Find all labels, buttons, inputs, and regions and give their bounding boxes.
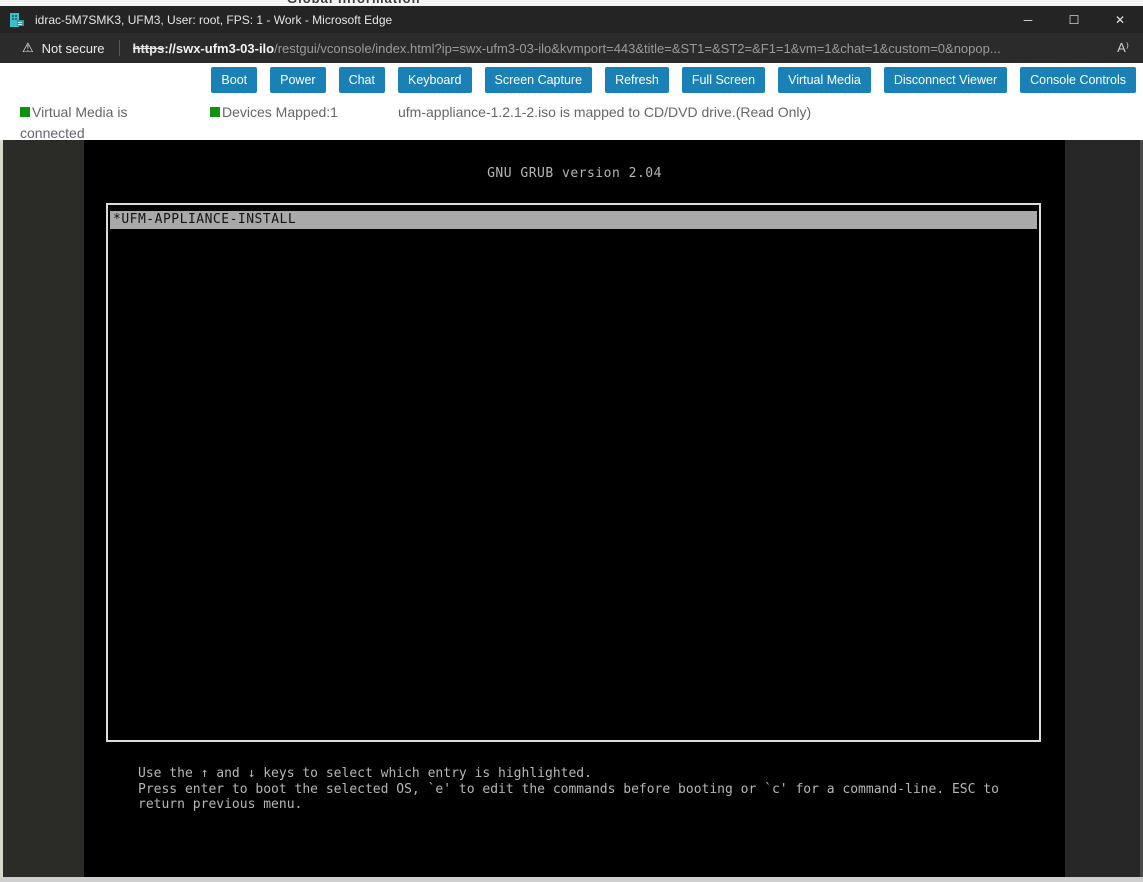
url-host: ://swx-ufm3-03-ilo — [164, 41, 274, 56]
console-right-margin — [1065, 140, 1140, 877]
keyboard-button[interactable]: Keyboard — [398, 67, 472, 93]
devices-mapped-status: Devices Mapped:1 — [210, 102, 338, 123]
devices-mapped-label: Devices Mapped:1 — [222, 104, 338, 120]
full-screen-button[interactable]: Full Screen — [682, 67, 765, 93]
viewer-toolbar: Boot Power Chat Keyboard Screen Capture … — [0, 63, 1143, 97]
screen-capture-button[interactable]: Screen Capture — [485, 67, 593, 93]
chat-button[interactable]: Chat — [339, 67, 385, 93]
close-icon[interactable]: ✕ — [1097, 6, 1143, 33]
url-text[interactable]: https://swx-ufm3-03-ilo/restgui/vconsole… — [133, 41, 1110, 56]
window-title: idrac-5M7SMK3, UFM3, User: root, FPS: 1 … — [35, 13, 392, 27]
green-square-icon — [20, 107, 30, 117]
virtual-media-status-label: Virtual Media is connected — [20, 104, 127, 141]
green-square-icon — [210, 107, 220, 117]
maximize-icon[interactable]: ☐ — [1051, 6, 1097, 33]
grub-help-text: Use the ↑ and ↓ keys to select which ent… — [138, 766, 1038, 813]
window-controls: ─ ☐ ✕ — [1005, 6, 1143, 33]
bottom-edge-strip — [0, 877, 1143, 882]
console-viewport[interactable]: GNU GRUB version 2.04 *UFM-APPLIANCE-INS… — [84, 140, 1065, 877]
address-bar[interactable]: ⚠ Not secure https://swx-ufm3-03-ilo/res… — [0, 33, 1143, 63]
grub-help-line: return previous menu. — [138, 797, 1038, 813]
console-left-margin — [3, 140, 84, 877]
console-region: GNU GRUB version 2.04 *UFM-APPLIANCE-INS… — [0, 140, 1143, 877]
grub-help-line: Use the ↑ and ↓ keys to select which ent… — [138, 766, 1038, 782]
console-controls-button[interactable]: Console Controls — [1020, 67, 1136, 93]
disconnect-viewer-button[interactable]: Disconnect Viewer — [884, 67, 1007, 93]
grub-menu-box: *UFM-APPLIANCE-INSTALL — [106, 203, 1041, 742]
status-bar: Virtual Media is connected Devices Mappe… — [0, 97, 1143, 140]
boot-button[interactable]: Boot — [211, 67, 257, 93]
power-button[interactable]: Power — [270, 67, 325, 93]
url-path: /restgui/vconsole/index.html?ip=swx-ufm3… — [274, 41, 1001, 56]
grub-help-line: Press enter to boot the selected OS, `e'… — [138, 782, 1038, 798]
url-scheme: https — [133, 41, 165, 56]
read-aloud-icon[interactable]: A⁾ — [1117, 40, 1129, 56]
security-label[interactable]: Not secure — [42, 41, 105, 56]
refresh-button[interactable]: Refresh — [605, 67, 669, 93]
virtual-media-button[interactable]: Virtual Media — [778, 67, 871, 93]
idrac-favicon — [9, 12, 25, 28]
iso-mapped-message: ufm-appliance-1.2.1-2.iso is mapped to C… — [398, 102, 811, 123]
minimize-icon[interactable]: ─ — [1005, 6, 1051, 33]
grub-menu-entry-selected[interactable]: *UFM-APPLIANCE-INSTALL — [110, 211, 1037, 229]
virtual-media-status: Virtual Media is connected — [20, 102, 148, 144]
address-divider — [119, 40, 120, 56]
warning-icon[interactable]: ⚠ — [22, 40, 34, 56]
browser-titlebar: idrac-5M7SMK3, UFM3, User: root, FPS: 1 … — [0, 6, 1143, 33]
grub-version-title: GNU GRUB version 2.04 — [84, 166, 1065, 181]
